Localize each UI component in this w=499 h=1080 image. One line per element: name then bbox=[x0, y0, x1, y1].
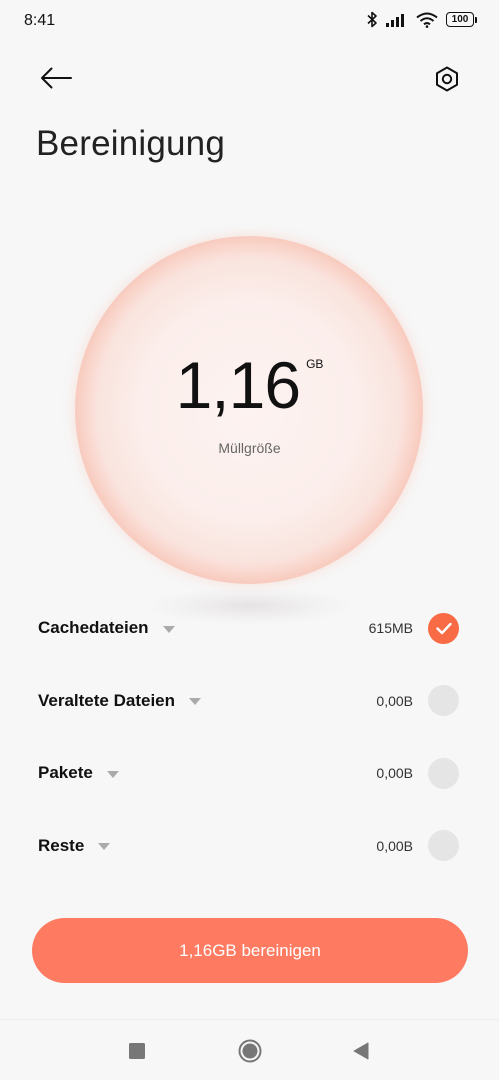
wifi-icon bbox=[416, 12, 438, 28]
list-item-label: Cachedateien bbox=[38, 618, 175, 638]
junk-category-list: Cachedateien 615MB Veraltete Dateien 0,0… bbox=[0, 592, 499, 882]
junk-size-unit: GB bbox=[306, 357, 324, 371]
settings-button[interactable] bbox=[427, 59, 467, 99]
junk-size-value: 1,16 GB bbox=[0, 352, 499, 418]
list-item-packages[interactable]: Pakete 0,00B bbox=[0, 737, 499, 810]
category-size: 0,00B bbox=[376, 837, 413, 854]
home-circle-icon bbox=[238, 1039, 262, 1063]
expand-caret-icon[interactable] bbox=[98, 843, 111, 851]
category-size: 0,00B bbox=[376, 765, 413, 782]
list-item-label: Veraltete Dateien bbox=[38, 690, 202, 711]
select-checkbox-residuals[interactable] bbox=[428, 830, 459, 862]
arrow-left-icon bbox=[41, 67, 72, 89]
back-triangle-icon bbox=[353, 1042, 369, 1060]
recents-button[interactable] bbox=[124, 1038, 150, 1064]
home-button[interactable] bbox=[237, 1038, 263, 1064]
list-item-label: Pakete bbox=[38, 763, 119, 783]
signal-icon bbox=[386, 14, 404, 27]
status-time: 8:41 bbox=[24, 12, 56, 29]
category-name: Reste bbox=[38, 835, 85, 855]
junk-size-label: Müllgröße bbox=[218, 440, 281, 456]
list-item-cache[interactable]: Cachedateien 615MB bbox=[0, 592, 499, 665]
bluetooth-icon bbox=[367, 11, 377, 28]
select-checkbox-cache[interactable] bbox=[428, 612, 459, 644]
battery-icon: 100 bbox=[446, 12, 477, 27]
clean-button[interactable]: 1,16GB bereinigen bbox=[32, 918, 468, 983]
page-title: Bereinigung bbox=[36, 124, 226, 163]
category-size: 615MB bbox=[368, 620, 413, 637]
expand-caret-icon[interactable] bbox=[162, 625, 175, 633]
status-bar: 8:41 100 bbox=[0, 0, 499, 44]
back-nav-button[interactable] bbox=[348, 1038, 374, 1064]
junk-size-number: 1,16 bbox=[175, 348, 301, 422]
battery-tip bbox=[475, 16, 477, 23]
category-name: Pakete bbox=[38, 763, 93, 783]
settings-hexagon-icon bbox=[436, 66, 458, 92]
category-name: Cachedateien bbox=[38, 618, 149, 638]
recents-square-icon bbox=[129, 1043, 145, 1059]
list-item-residuals[interactable]: Reste 0,00B bbox=[0, 810, 499, 883]
back-button[interactable] bbox=[36, 58, 76, 98]
status-icons: 100 bbox=[366, 11, 477, 28]
battery-level: 100 bbox=[446, 12, 474, 27]
checkmark-icon bbox=[435, 622, 452, 634]
cleaner-screen: 8:41 100 Bereinigung 1,16 GB Müllgröße C… bbox=[0, 0, 499, 1080]
list-item-obsolete[interactable]: Veraltete Dateien 0,00B bbox=[0, 665, 499, 738]
select-checkbox-packages[interactable] bbox=[428, 757, 459, 789]
expand-caret-icon[interactable] bbox=[189, 698, 202, 706]
category-name: Veraltete Dateien bbox=[38, 690, 176, 710]
select-checkbox-obsolete[interactable] bbox=[428, 685, 459, 717]
system-nav-bar bbox=[0, 1019, 499, 1080]
expand-caret-icon[interactable] bbox=[106, 770, 119, 778]
category-size: 0,00B bbox=[376, 692, 413, 709]
list-item-label: Reste bbox=[38, 835, 111, 856]
